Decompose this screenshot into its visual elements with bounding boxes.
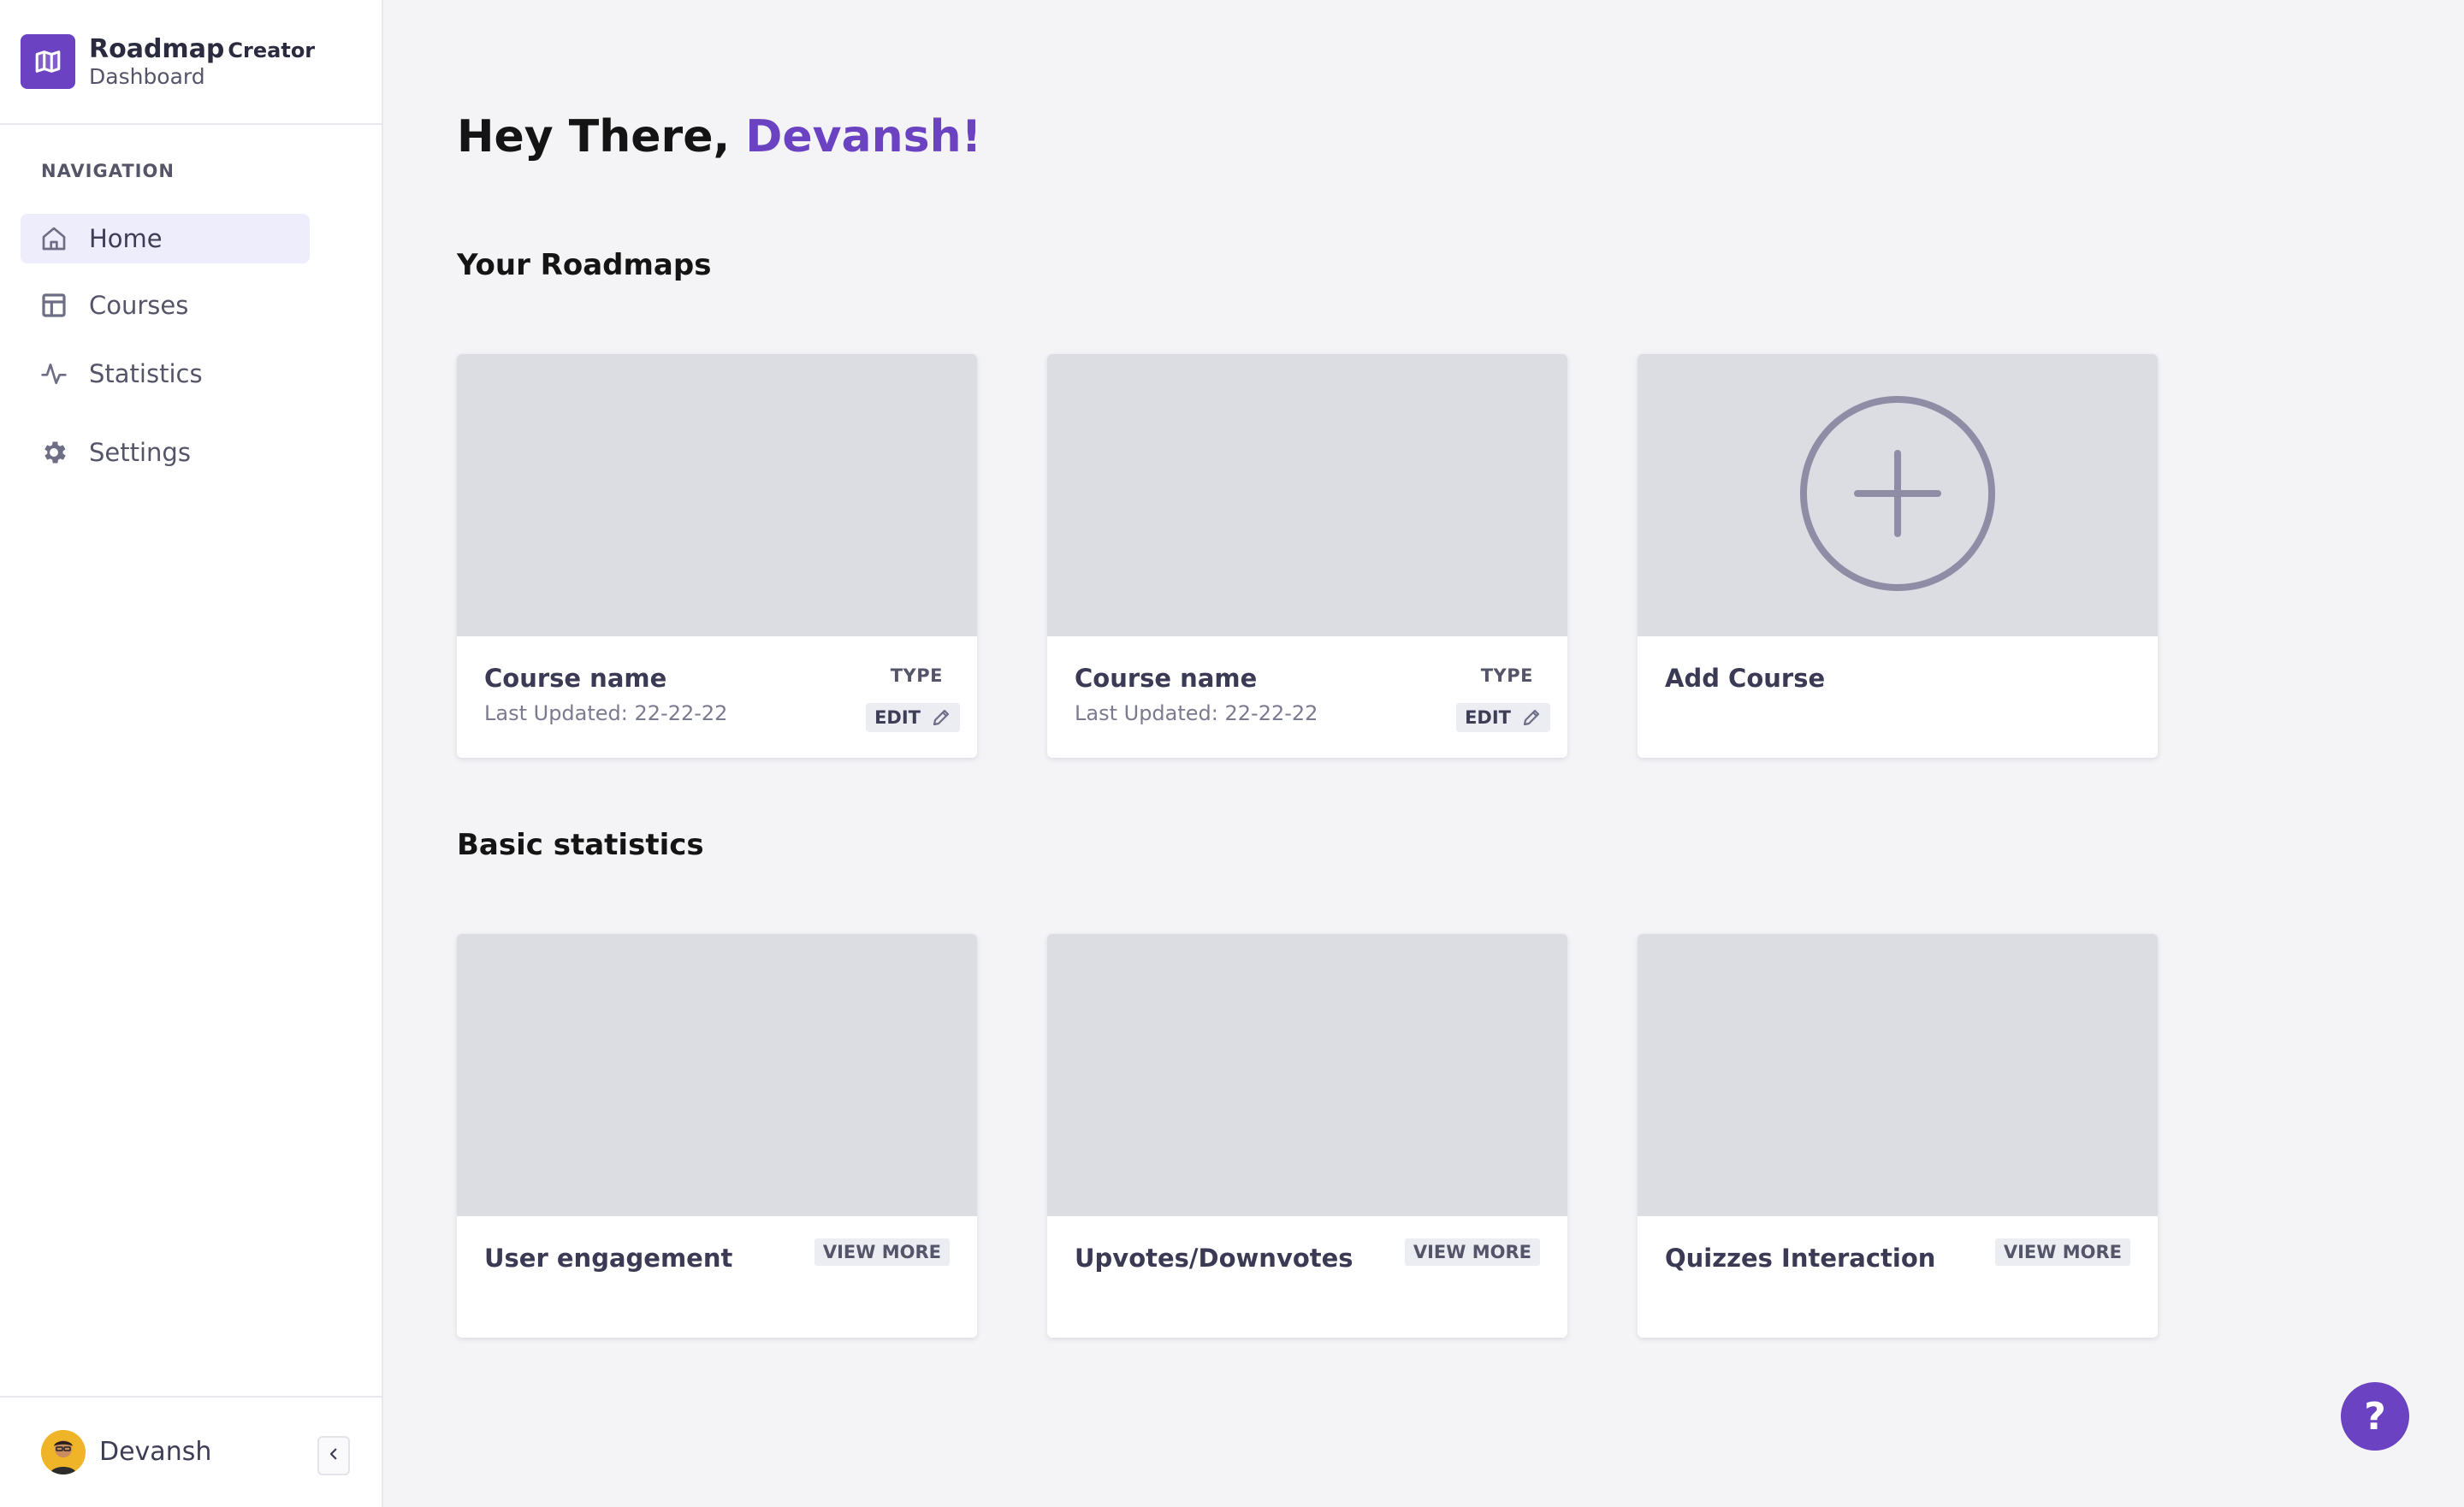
page-greeting: Hey There, Devansh! [457,111,981,163]
edit-button[interactable]: EDIT [1456,703,1550,732]
user-bar: Devansh [0,1396,383,1507]
sidebar-item-statistics[interactable]: Statistics [21,349,310,399]
card-updated: Last Updated: 22-22-22 [1075,701,1318,725]
sidebar-item-label: Home [89,224,163,253]
map-icon [21,34,75,89]
edit-label: EDIT [1465,707,1511,728]
view-more-button[interactable]: VIEW MORE [1404,1238,1540,1266]
brand-header[interactable]: Roadmap Creator Dashboard [0,0,382,125]
card-thumbnail [457,934,977,1216]
card-title: Course name [484,664,667,693]
view-more-button[interactable]: VIEW MORE [1994,1238,2130,1266]
card-thumbnail [457,354,977,636]
greeting-prefix: Hey There, [457,111,731,163]
chevron-left-icon [326,1446,341,1465]
avatar[interactable] [41,1430,86,1474]
layout-icon [39,291,68,320]
greeting-name: Devansh! [745,111,982,163]
sidebar-item-home[interactable]: Home [21,214,310,263]
edit-label: EDIT [874,707,921,728]
roadmap-card[interactable]: Course name Last Updated: 22-22-22 TYPE … [457,354,977,758]
sidebar-item-courses[interactable]: Courses [21,281,310,330]
card-title: Quizzes Interaction [1665,1244,1936,1273]
sidebar-item-label: Settings [89,438,191,467]
gear-icon [39,438,68,467]
help-icon: ? [2364,1394,2386,1439]
pencil-icon [1521,707,1542,728]
collapse-sidebar-button[interactable] [317,1436,350,1475]
statistics-card[interactable]: Upvotes/Downvotes VIEW MORE [1047,934,1567,1338]
roadmap-card[interactable]: Course name Last Updated: 22-22-22 TYPE … [1047,354,1567,758]
sidebar: Roadmap Creator Dashboard NAVIGATION Home… [0,0,383,1507]
card-type: TYPE [1480,665,1533,686]
statistics-card[interactable]: User engagement VIEW MORE [457,934,977,1338]
brand-subtitle: Dashboard [89,63,205,89]
card-updated: Last Updated: 22-22-22 [484,701,728,725]
sidebar-item-label: Statistics [89,359,203,388]
activity-icon [39,359,68,388]
card-thumbnail [1047,354,1567,636]
brand-title: Roadmap Creator [89,33,316,64]
help-button[interactable]: ? [2341,1382,2409,1451]
card-title: Course name [1075,664,1258,693]
user-name[interactable]: Devansh [99,1437,211,1467]
card-thumbnail [1638,354,2158,636]
pencil-icon [931,707,951,728]
add-course-card[interactable]: Add Course [1638,354,2158,758]
card-thumbnail [1638,934,2158,1216]
card-title: Upvotes/Downvotes [1075,1244,1353,1273]
view-more-button[interactable]: VIEW MORE [814,1238,950,1266]
card-title: Add Course [1665,664,1826,693]
sidebar-item-settings[interactable]: Settings [21,428,310,477]
plus-circle-icon [1799,395,1996,595]
card-thumbnail [1047,934,1567,1216]
statistics-section-title: Basic statistics [457,828,704,862]
card-type: TYPE [890,665,943,686]
edit-button[interactable]: EDIT [866,703,960,732]
roadmaps-section-title: Your Roadmaps [457,248,712,282]
nav-heading: NAVIGATION [41,161,175,181]
home-icon [39,224,68,253]
statistics-card[interactable]: Quizzes Interaction VIEW MORE [1638,934,2158,1338]
card-title: User engagement [484,1244,733,1273]
sidebar-item-label: Courses [89,291,189,320]
